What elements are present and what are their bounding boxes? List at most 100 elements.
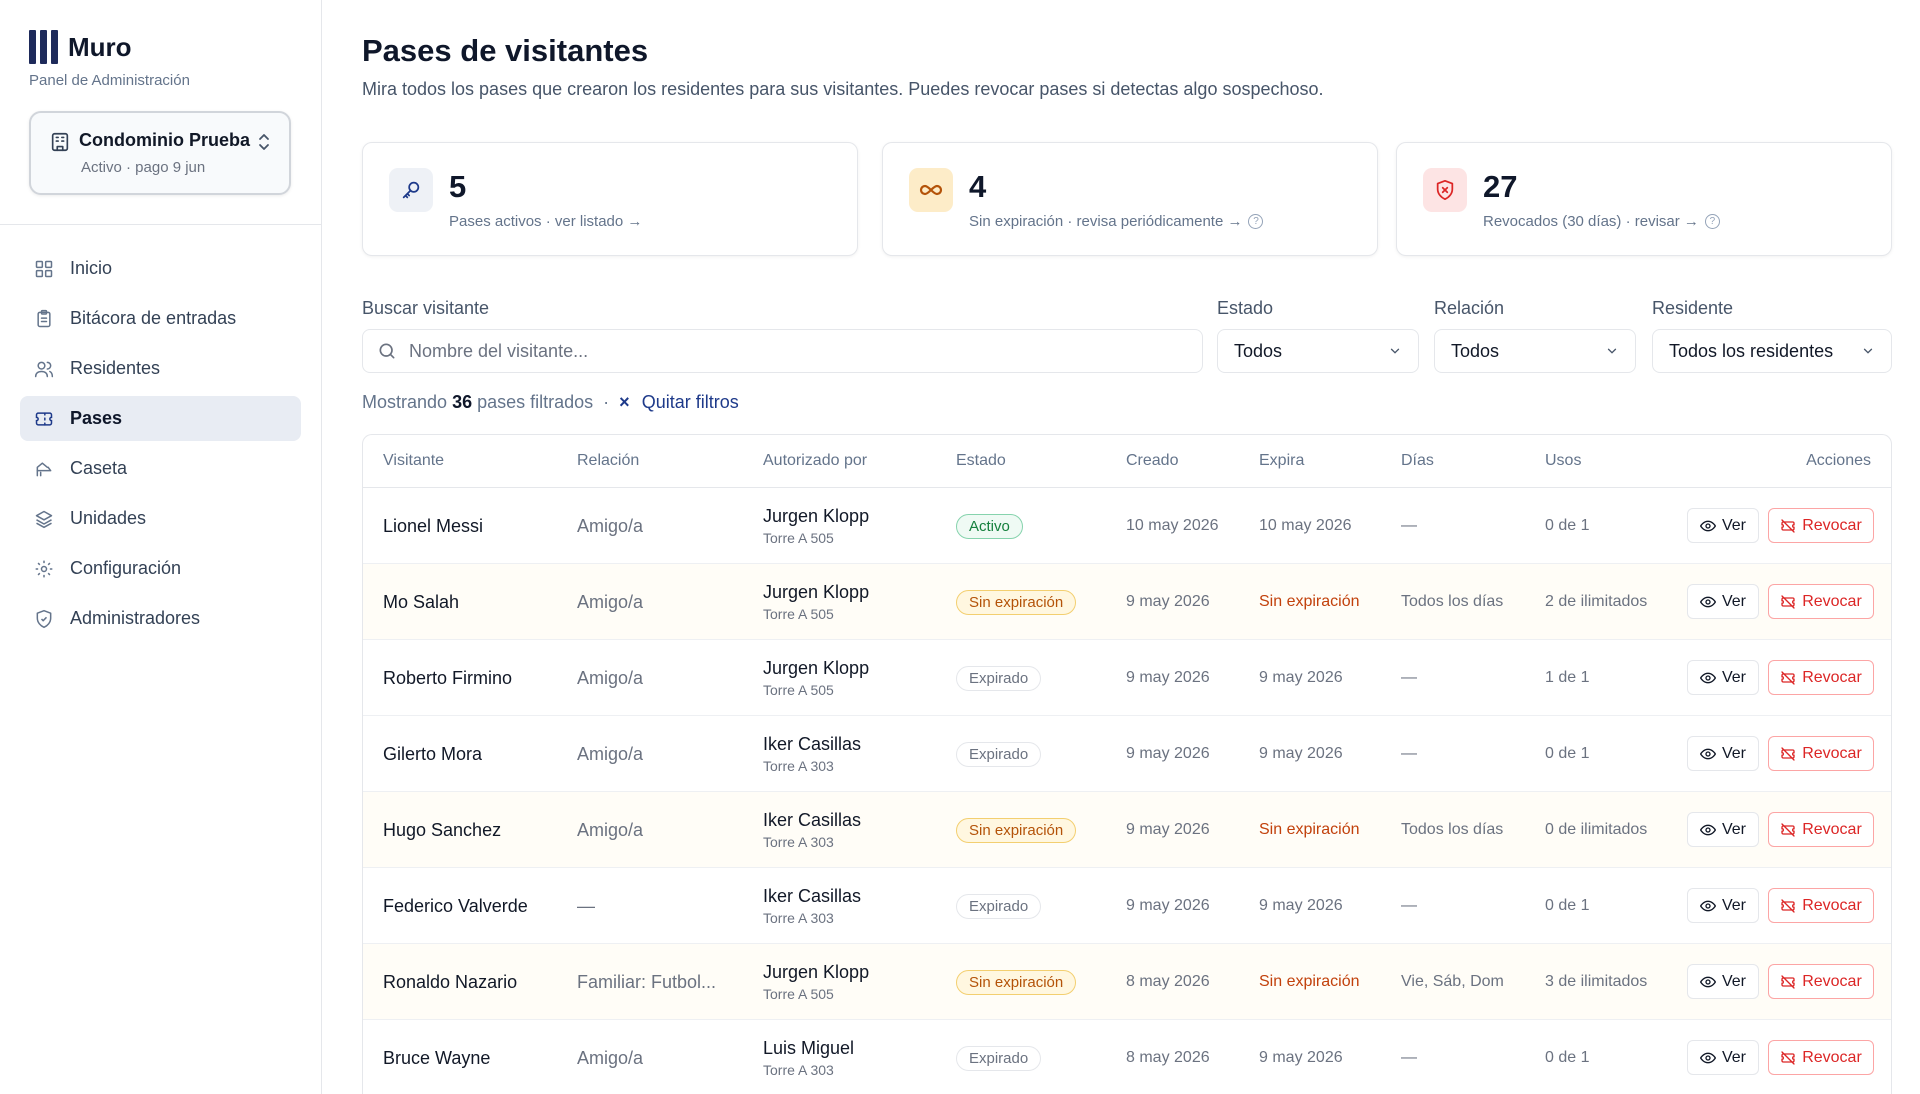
table-row[interactable]: Mo Salah Amigo/a Jurgen Klopp Torre A 505… [363, 564, 1891, 640]
estado-select[interactable]: Todos [1217, 329, 1419, 373]
table-row[interactable]: Federico Valverde — Iker Casillas Torre A… [363, 868, 1891, 944]
view-button[interactable]: Ver [1687, 736, 1759, 771]
days-allowed: Todos los días [1401, 821, 1504, 838]
view-button[interactable]: Ver [1687, 584, 1759, 619]
ban-icon [1781, 974, 1795, 989]
key-icon [389, 168, 433, 212]
ban-icon [1781, 594, 1795, 609]
revoke-button[interactable]: Revocar [1768, 964, 1874, 999]
visitor-relation: Amigo/a [577, 515, 644, 536]
search-box[interactable] [362, 329, 1203, 373]
created-date: 9 may 2026 [1126, 669, 1210, 686]
authorized-unit: Torre A 505 [763, 682, 834, 698]
eye-icon [1699, 1052, 1716, 1063]
status-badge: Expirado [956, 741, 1042, 767]
sidebar-item-administradores[interactable]: Administradores [20, 596, 301, 641]
view-button[interactable]: Ver [1687, 964, 1759, 999]
column-header[interactable]: Relación [577, 452, 639, 470]
estado-value: Todos [1234, 340, 1283, 361]
stat-label[interactable]: Revocados (30 días) · revisar →? [1483, 213, 1720, 230]
stat-card-revoked[interactable]: 27 Revocados (30 días) · revisar →? [1396, 142, 1892, 256]
uses-count: 0 de 1 [1545, 745, 1590, 762]
revoke-button-label: Revocar [1802, 896, 1862, 914]
expires-date: 9 may 2026 [1259, 1049, 1343, 1066]
residente-select[interactable]: Todos los residentes [1652, 329, 1892, 373]
status-badge: Sin expiración [956, 969, 1077, 995]
stat-card-no-expiration[interactable]: 4 Sin expiración · revisa periódicamente… [882, 142, 1378, 256]
search-icon [379, 343, 395, 359]
column-header[interactable]: Expira [1259, 452, 1304, 470]
table-row[interactable]: Ronaldo Nazario Familiar: Futbol... Jurg… [363, 944, 1891, 1020]
uses-count: 3 de ilimitados [1545, 973, 1648, 990]
ban-icon [1781, 670, 1795, 685]
eye-icon [1699, 900, 1716, 911]
relacion-select[interactable]: Todos [1434, 329, 1636, 373]
stat-label-text: Revocados (30 días) · revisar → [1483, 213, 1699, 230]
view-button[interactable]: Ver [1687, 1040, 1759, 1075]
sidebar-item-residentes[interactable]: Residentes [20, 346, 301, 391]
stat-label[interactable]: Sin expiración · revisa periódicamente →… [969, 213, 1264, 230]
chevron-down-icon [1607, 348, 1617, 354]
close-icon: × [619, 392, 630, 412]
expires-date: 9 may 2026 [1259, 745, 1343, 762]
table-row[interactable]: Gilerto Mora Amigo/a Iker Casillas Torre … [363, 716, 1891, 792]
revoke-button-label: Revocar [1802, 744, 1862, 762]
column-header[interactable]: Creado [1126, 452, 1178, 470]
revoke-button[interactable]: Revocar [1768, 1040, 1874, 1075]
revoke-button[interactable]: Revocar [1768, 508, 1874, 543]
view-button[interactable]: Ver [1687, 812, 1759, 847]
view-button[interactable]: Ver [1687, 888, 1759, 923]
column-header[interactable]: Días [1401, 452, 1434, 470]
sidebar-item-unidades[interactable]: Unidades [20, 496, 301, 541]
column-header[interactable]: Estado [956, 452, 1006, 470]
sidebar-item-configuracion[interactable]: Configuración [20, 546, 301, 591]
sidebar-item-inicio[interactable]: Inicio [20, 246, 301, 291]
search-input[interactable] [409, 340, 1169, 362]
table-body: Lionel Messi Amigo/a Jurgen Klopp Torre A… [363, 488, 1891, 1094]
shield-icon [36, 609, 52, 628]
sidebar-item-bitacora[interactable]: Bitácora de entradas [20, 296, 301, 341]
stat-value: 4 [969, 169, 987, 204]
clear-filters-link[interactable]: × Quitar filtros [619, 392, 739, 413]
view-button[interactable]: Ver [1687, 660, 1759, 695]
table-row[interactable]: Bruce Wayne Amigo/a Luis Miguel Torre A 3… [363, 1020, 1891, 1094]
sidebar-item-label: Administradores [70, 608, 201, 628]
revoke-button[interactable]: Revocar [1768, 888, 1874, 923]
column-header[interactable]: Usos [1545, 452, 1581, 470]
revoke-button[interactable]: Revocar [1768, 736, 1874, 771]
status-badge: Activo [956, 513, 1023, 539]
chevron-down-icon [1390, 348, 1400, 354]
revoke-button[interactable]: Revocar [1768, 584, 1874, 619]
table-row[interactable]: Lionel Messi Amigo/a Jurgen Klopp Torre A… [363, 488, 1891, 564]
passes-table: Visitante Relación Autorizado por Estado… [362, 434, 1892, 1094]
sidebar-item-caseta[interactable]: Caseta [20, 446, 301, 491]
table-row[interactable]: Roberto Firmino Amigo/a Jurgen Klopp Torr… [363, 640, 1891, 716]
expires-date: 9 may 2026 [1259, 897, 1343, 914]
authorized-by: Jurgen Klopp [763, 962, 870, 982]
view-button-label: Ver [1721, 1048, 1746, 1066]
condominium-switcher[interactable]: Condominio Prueba Activo · pago 9 jun [29, 111, 291, 195]
authorized-unit: Torre A 505 [763, 986, 834, 1002]
view-button[interactable]: Ver [1687, 508, 1759, 543]
ticket-icon [35, 411, 53, 426]
authorized-by: Luis Miguel [763, 1038, 855, 1058]
created-date: 8 may 2026 [1126, 973, 1210, 990]
sidebar-item-pases[interactable]: Pases [20, 396, 301, 441]
expires-date: Sin expiración [1259, 821, 1360, 838]
revoke-button[interactable]: Revocar [1768, 812, 1874, 847]
results-count: 36 [452, 392, 473, 412]
column-header[interactable]: Autorizado por [763, 452, 867, 470]
help-icon[interactable]: ? [1704, 214, 1720, 229]
days-allowed: Vie, Sáb, Dom [1401, 973, 1504, 990]
stat-label[interactable]: Pases activos · ver listado → [449, 213, 642, 230]
revoke-button[interactable]: Revocar [1768, 660, 1874, 695]
brand[interactable]: Muro [29, 30, 132, 64]
chevron-up-down-icon [259, 134, 269, 150]
ban-icon [1781, 746, 1795, 761]
revoke-button-label: Revocar [1802, 516, 1862, 534]
help-icon[interactable]: ? [1248, 214, 1264, 229]
column-header[interactable]: Visitante [383, 452, 444, 470]
stat-card-active-passes[interactable]: 5 Pases activos · ver listado → [362, 142, 858, 256]
table-row[interactable]: Hugo Sanchez Amigo/a Iker Casillas Torre … [363, 792, 1891, 868]
brand-name: Muro [68, 31, 132, 62]
